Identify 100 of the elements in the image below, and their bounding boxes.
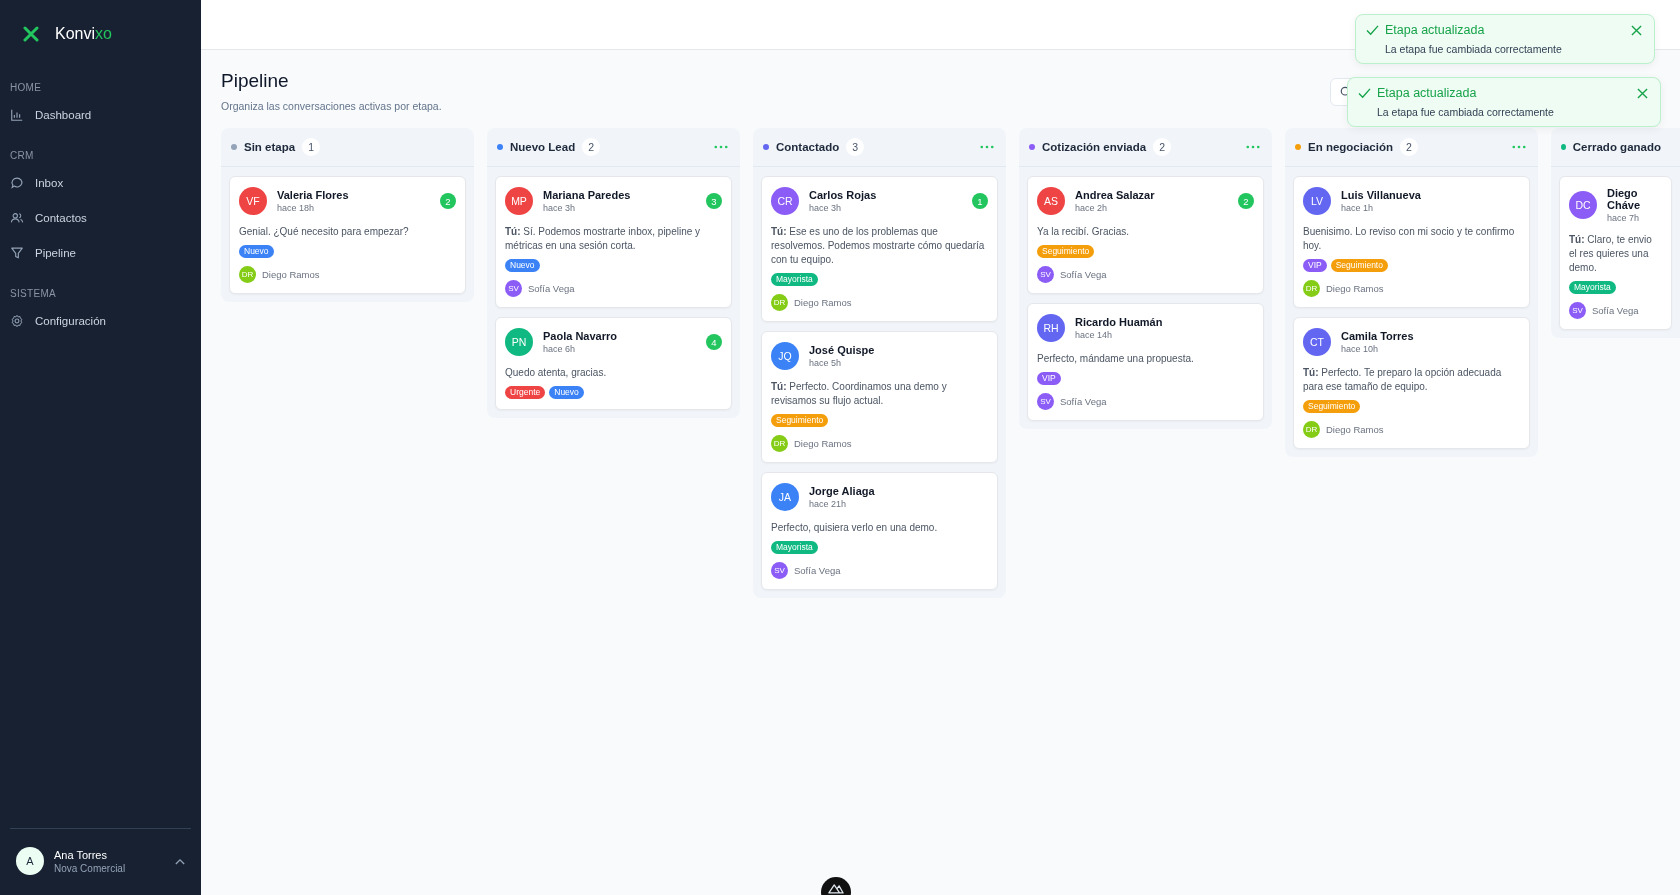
- column-count: 2: [1153, 138, 1172, 156]
- last-message-time: hace 7h: [1607, 213, 1641, 223]
- message-preview: Genial. ¿Qué necesito para empezar?: [239, 225, 410, 239]
- last-message-time: hace 14h: [1075, 330, 1114, 340]
- toast-title: Etapa actualizada: [1385, 23, 1485, 37]
- last-message-time: hace 21h: [809, 499, 848, 509]
- contact-avatar: DC: [1569, 191, 1597, 219]
- lead-card[interactable]: VF Valeria Flores hace 18h 2 Genial. ¿Qué necesito para empezar? Nuevo DR Diego Ramos: [229, 176, 466, 294]
- lead-card[interactable]: CT Camila Torres hace 10h Tú: Perfecto. Te preparo la opción adecuada para ese tamaño de equipo. Seguimiento DR Diego Ramos: [1293, 317, 1530, 449]
- more-icon[interactable]: [1246, 145, 1260, 149]
- agent-name: Sofía Vega: [528, 283, 575, 294]
- column-title: Cotización enviada: [1042, 141, 1147, 153]
- unread-count: 1: [972, 193, 988, 209]
- column-title: Cerrado ganado: [1572, 141, 1661, 153]
- lead-card[interactable]: PN Paola Navarro hace 6h 4 Quedo atenta, gracias. Urgente Nuevo: [495, 317, 732, 410]
- agent-name: Sofía Vega: [794, 565, 841, 576]
- column-count: 1: [302, 138, 321, 156]
- message-preview: Ya la recibí. Gracias.: [1037, 225, 1131, 239]
- more-icon[interactable]: [1512, 145, 1526, 149]
- toast-message: La etapa fue cambiada correctamente: [1377, 106, 1555, 118]
- contact-avatar: JA: [771, 483, 799, 511]
- user-menu[interactable]: A Ana Torres Nova Comercial: [10, 828, 191, 881]
- contact-avatar: LV: [1303, 187, 1331, 215]
- lead-card[interactable]: JQ José Quispe hace 5h Tú: Perfecto. Coordinamos una demo y revisamos su flujo actual. Seguimiento DR Diego Ramos: [761, 331, 998, 463]
- lead-card[interactable]: CR Carlos Rojas hace 3h 1 Tú: Ese es uno de los problemas que resolvemos. Podemos mostrarte cómo quedaría con tu equipo. Mayorista DR Diego Ramos: [761, 176, 998, 322]
- agent-avatar: DR: [771, 294, 788, 311]
- chevron-up-icon: [175, 857, 185, 865]
- agent-avatar: SV: [1037, 393, 1054, 410]
- message-preview: Perfecto, quisiera verlo en una demo.: [771, 521, 939, 535]
- tag: Seguimiento: [771, 414, 829, 427]
- nav-item[interactable]: Inbox: [10, 169, 191, 196]
- message-preview: Tú: Ese es uno de los problemas que resolvemos. Podemos mostrarte cómo quedaría con tu equipo.: [771, 225, 986, 267]
- page-subtitle: Organiza las conversaciones activas por etapa.: [221, 100, 442, 112]
- contact-avatar: PN: [505, 328, 533, 356]
- brand-name: Konvixo: [55, 25, 112, 43]
- section-title: CRM: [10, 150, 35, 161]
- page-title: Pipeline: [221, 70, 290, 92]
- more-icon[interactable]: [980, 145, 994, 149]
- mountain-icon: [828, 883, 844, 894]
- column-title: Nuevo Lead: [510, 141, 576, 153]
- check-icon: [1358, 87, 1371, 99]
- nav-item[interactable]: Configuración: [10, 307, 191, 334]
- lead-card[interactable]: RH Ricardo Huamán hace 14h Perfecto, mándame una propuesta. VIP SV Sofía Vega: [1027, 303, 1264, 421]
- contact-name: Valeria Flores: [277, 189, 350, 201]
- tag: Nuevo: [505, 259, 540, 272]
- lead-card[interactable]: AS Andrea Salazar hace 2h 2 Ya la recibí. Gracias. Seguimiento SV Sofía Vega: [1027, 176, 1264, 294]
- agent-avatar: DR: [1303, 280, 1320, 297]
- column-title: En negociación: [1308, 141, 1393, 153]
- agent-name: Diego Ramos: [1326, 283, 1384, 294]
- tag: Mayorista: [771, 273, 818, 286]
- chart-icon: [10, 107, 24, 122]
- agent-avatar: SV: [1037, 266, 1054, 283]
- tag: Seguimiento: [1037, 245, 1095, 258]
- contact-name: Andrea Salazar: [1075, 189, 1156, 201]
- nav-item[interactable]: Pipeline: [10, 239, 191, 266]
- agent-name: Sofía Vega: [1060, 269, 1107, 280]
- message-preview: Tú: Sí. Podemos mostrarte inbox, pipeline y métricas en una sesión corta.: [505, 225, 702, 253]
- last-message-time: hace 6h: [543, 344, 577, 354]
- unread-count: 4: [706, 334, 722, 350]
- tag: Nuevo: [549, 386, 584, 399]
- close-icon[interactable]: [1631, 24, 1642, 36]
- contact-avatar: MP: [505, 187, 533, 215]
- last-message-time: hace 5h: [809, 358, 843, 368]
- agent-avatar: SV: [1569, 302, 1586, 319]
- more-icon[interactable]: [714, 145, 728, 149]
- contact-name: Luis Villanueva: [1341, 189, 1422, 201]
- last-message-time: hace 18h: [277, 203, 316, 213]
- funnel-icon: [10, 245, 24, 260]
- logo-icon: [23, 26, 39, 42]
- users-icon: [10, 210, 24, 225]
- message-preview: Perfecto, mándame una propuesta.: [1037, 352, 1195, 366]
- unread-count: 2: [440, 193, 456, 209]
- tag: Seguimiento: [1303, 400, 1361, 413]
- lead-card[interactable]: LV Luis Villanueva hace 1h Buenisimo. Lo reviso con mi socio y te confirmo hoy. VIP Seguimiento DR Diego Ramos: [1293, 176, 1530, 308]
- close-icon[interactable]: [1637, 87, 1648, 99]
- contact-avatar: AS: [1037, 187, 1065, 215]
- lead-card[interactable]: DC Diego Cháve hace 7h Tú: Claro, te envio el res quieres una demo. Mayorista SV Sofía Vega: [1559, 176, 1672, 330]
- user-name: Ana Torres: [54, 848, 108, 861]
- contact-name: Diego Cháve: [1607, 187, 1642, 211]
- user-avatar: A: [16, 847, 44, 875]
- agent-avatar: SV: [771, 562, 788, 579]
- nav-item[interactable]: Dashboard: [10, 101, 191, 128]
- tag: Nuevo: [239, 245, 274, 258]
- contact-name: Paola Navarro: [543, 330, 618, 342]
- lead-card[interactable]: MP Mariana Paredes hace 3h 3 Tú: Sí. Podemos mostrarte inbox, pipeline y métricas en una sesión corta. Nuevo SV Sofía Vega: [495, 176, 732, 308]
- message-preview: Tú: Claro, te envio el res quieres una demo.: [1569, 233, 1653, 275]
- tag: Seguimiento: [1330, 259, 1388, 272]
- contact-name: Carlos Rojas: [809, 189, 878, 201]
- tag: Mayorista: [1569, 281, 1616, 294]
- last-message-time: hace 10h: [1341, 344, 1380, 354]
- nav-item[interactable]: Contactos: [10, 204, 191, 231]
- message-preview: Tú: Perfecto. Te preparo la opción adecuada para ese tamaño de equipo.: [1303, 366, 1503, 394]
- chat-icon: [10, 175, 24, 190]
- lead-card[interactable]: JA Jorge Aliaga hace 21h Perfecto, quisiera verlo en una demo. Mayorista SV Sofía Vega: [761, 472, 998, 590]
- column-count: 2: [1400, 138, 1418, 156]
- section-title: SISTEMA: [10, 288, 57, 299]
- column-title: Sin etapa: [244, 141, 296, 153]
- contact-avatar: VF: [239, 187, 267, 215]
- section-title: HOME: [10, 82, 43, 93]
- user-organization: Nova Comercial: [54, 862, 127, 874]
